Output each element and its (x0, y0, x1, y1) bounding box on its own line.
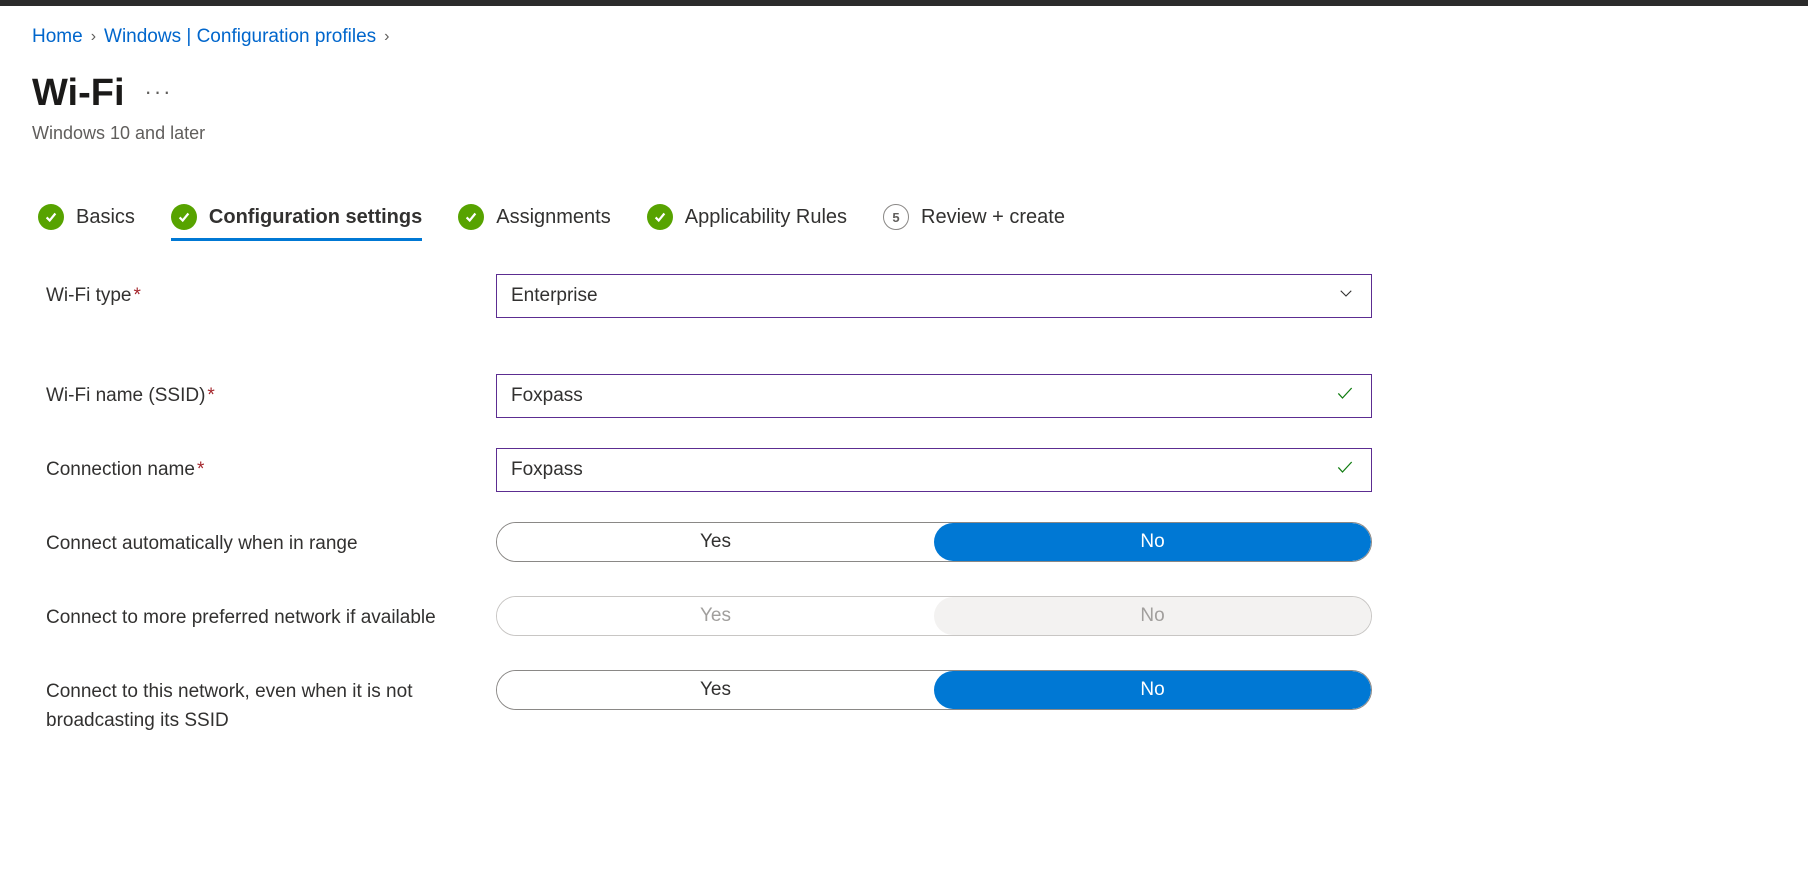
step-basics[interactable]: Basics (38, 204, 135, 240)
step-label: Applicability Rules (685, 206, 847, 229)
check-icon (458, 204, 484, 230)
step-configuration-settings[interactable]: Configuration settings (171, 204, 422, 240)
step-assignments[interactable]: Assignments (458, 204, 611, 240)
more-actions-button[interactable]: ··· (145, 79, 173, 105)
step-label: Basics (76, 206, 135, 229)
step-label: Configuration settings (209, 206, 422, 229)
breadcrumb-windows-config-profiles[interactable]: Windows | Configuration profiles (104, 26, 376, 48)
step-number-badge: 5 (883, 204, 909, 230)
auto-connect-no[interactable]: No (934, 523, 1371, 561)
breadcrumb-home[interactable]: Home (32, 26, 83, 48)
hidden-ssid-no[interactable]: No (934, 671, 1371, 709)
wifi-type-value: Enterprise (511, 285, 598, 307)
chevron-down-icon (1337, 284, 1355, 308)
auto-connect-yes[interactable]: Yes (497, 523, 934, 561)
preferred-network-label: Connect to more preferred network if ava… (46, 596, 496, 633)
hidden-ssid-label: Connect to this network, even when it is… (46, 670, 496, 735)
preferred-network-no: No (934, 597, 1371, 635)
step-label: Review + create (921, 206, 1065, 229)
check-icon (1335, 457, 1355, 483)
auto-connect-label: Connect automatically when in range (46, 522, 496, 559)
chevron-right-icon: › (384, 28, 389, 46)
page-title: Wi-Fi (32, 72, 125, 115)
breadcrumb: Home › Windows | Configuration profiles … (32, 26, 1776, 48)
preferred-network-yes: Yes (497, 597, 934, 635)
page-subtitle: Windows 10 and later (32, 123, 1776, 144)
chevron-right-icon: › (91, 28, 96, 46)
check-icon (38, 204, 64, 230)
ssid-label: Wi-Fi name (SSID)* (46, 374, 496, 411)
ssid-input[interactable]: Foxpass (496, 374, 1372, 418)
hidden-ssid-toggle[interactable]: Yes No (496, 670, 1372, 710)
preferred-network-toggle: Yes No (496, 596, 1372, 636)
hidden-ssid-yes[interactable]: Yes (497, 671, 934, 709)
step-review-create[interactable]: 5 Review + create (883, 204, 1065, 240)
ssid-value: Foxpass (511, 385, 583, 407)
step-applicability-rules[interactable]: Applicability Rules (647, 204, 847, 240)
step-label: Assignments (496, 206, 611, 229)
wifi-type-label: Wi-Fi type* (46, 274, 496, 311)
wifi-type-select[interactable]: Enterprise (496, 274, 1372, 318)
connection-name-value: Foxpass (511, 459, 583, 481)
connection-name-label: Connection name* (46, 448, 496, 485)
auto-connect-toggle[interactable]: Yes No (496, 522, 1372, 562)
check-icon (171, 204, 197, 230)
wizard-steps: Basics Configuration settings Assignment… (32, 204, 1776, 240)
check-icon (647, 204, 673, 230)
connection-name-input[interactable]: Foxpass (496, 448, 1372, 492)
check-icon (1335, 383, 1355, 409)
